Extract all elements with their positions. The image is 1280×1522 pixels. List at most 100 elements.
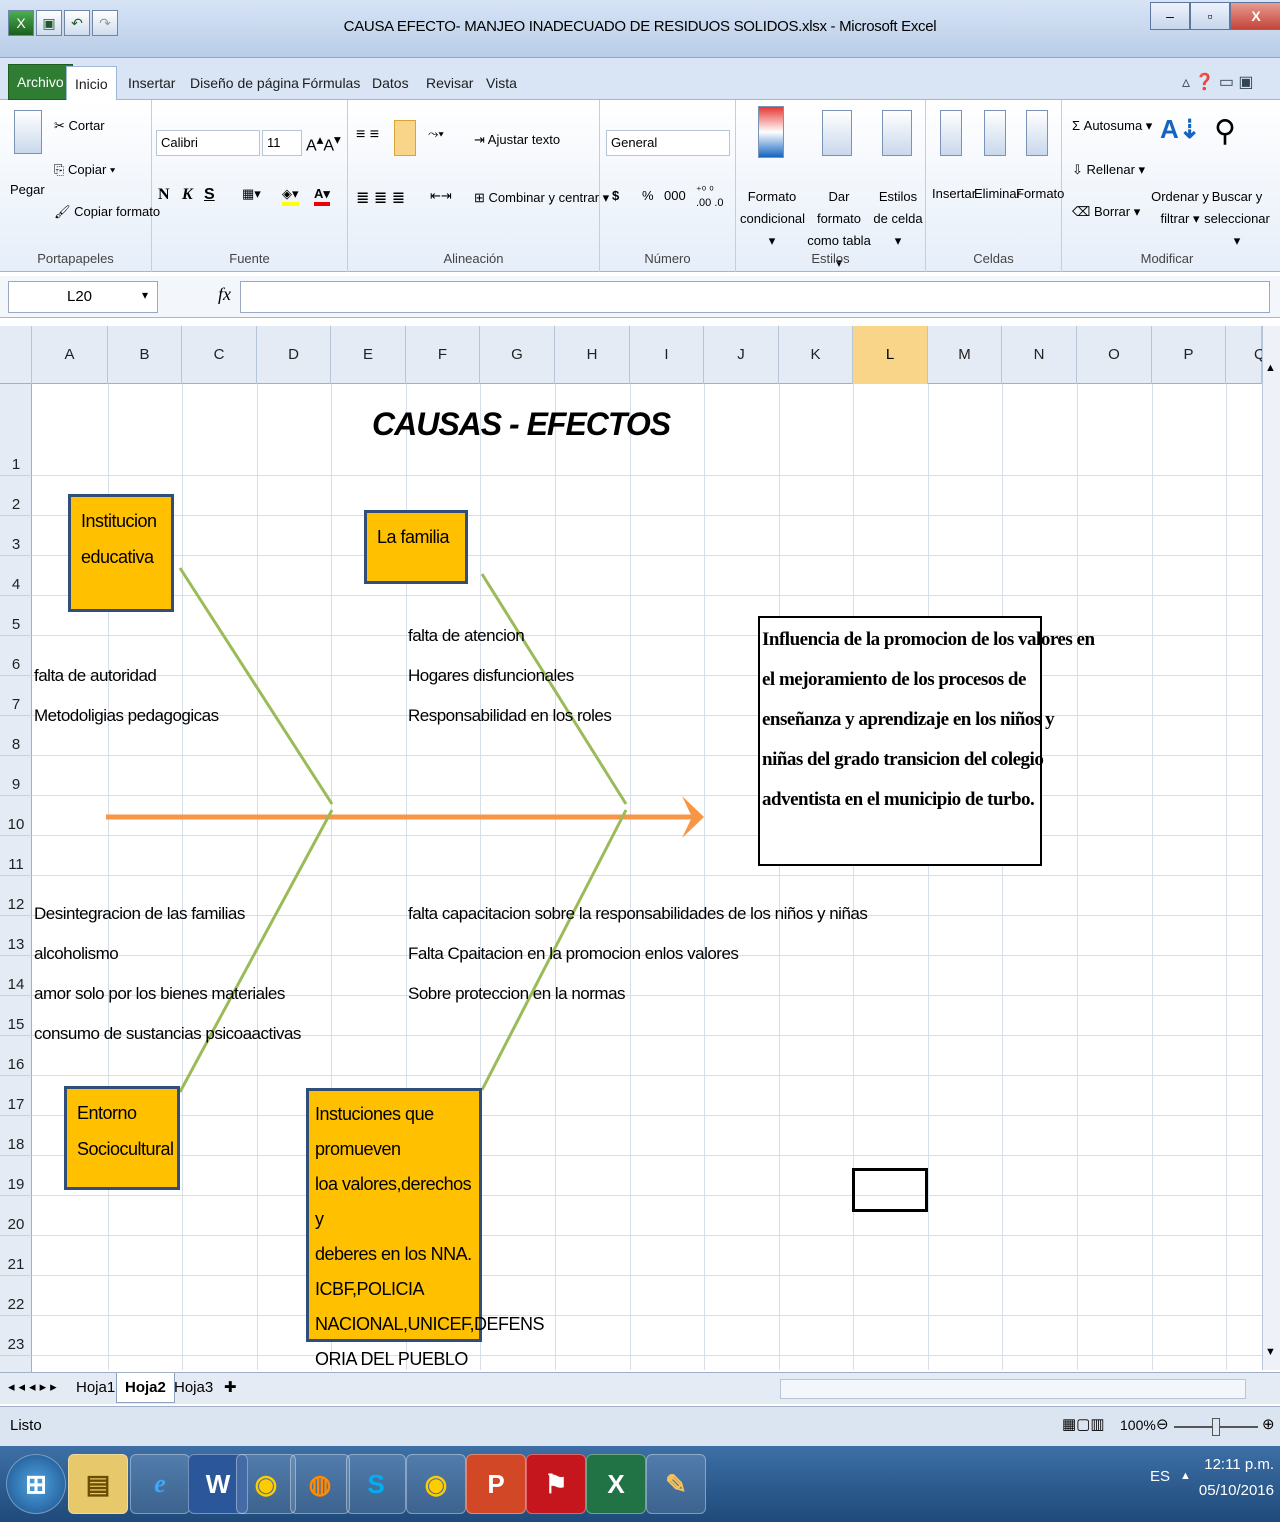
italic-button[interactable]: K [182, 186, 193, 204]
clear-button[interactable]: ⌫ Borrar ▾ [1072, 204, 1140, 220]
view-buttons-icon[interactable]: ▦▢▥ [1062, 1415, 1105, 1433]
format-table-icon[interactable] [822, 110, 852, 156]
column-header-h[interactable]: H [555, 326, 630, 384]
column-header-e[interactable]: E [331, 326, 406, 384]
zoom-level[interactable]: 100% [1120, 1417, 1156, 1433]
underline-button[interactable]: S [204, 186, 215, 204]
format-cells-icon[interactable] [1026, 110, 1048, 156]
format-button[interactable]: Formato [1016, 186, 1064, 201]
row-header-8[interactable]: 8 [0, 716, 32, 756]
column-header-p[interactable]: P [1152, 326, 1226, 384]
thousands-button[interactable]: 000 [664, 188, 686, 203]
paste-icon[interactable] [14, 110, 42, 154]
paste-button[interactable]: Pegar [10, 182, 45, 197]
insert-cells-icon[interactable] [940, 110, 962, 156]
firefox-icon[interactable]: ◍ [290, 1454, 350, 1514]
row-header-11[interactable]: 11 [0, 836, 32, 876]
acrobat-icon[interactable]: ⚑ [526, 1454, 586, 1514]
horizontal-scrollbar[interactable] [780, 1379, 1246, 1399]
close-button[interactable]: X [1230, 2, 1280, 30]
row-header-22[interactable]: 22 [0, 1276, 32, 1316]
row-header-1[interactable]: 1 [0, 384, 32, 476]
column-header-j[interactable]: J [704, 326, 779, 384]
minimize-button[interactable]: – [1150, 2, 1190, 30]
zoom-slider-thumb[interactable] [1212, 1418, 1220, 1436]
name-box-dropdown-icon[interactable]: ▾ [142, 288, 148, 302]
skype-icon[interactable]: S [346, 1454, 406, 1514]
restore-button[interactable]: ▫ [1190, 2, 1230, 30]
cell-styles-button[interactable]: Estilos de celda ▾ [872, 186, 924, 252]
box-institucion-educativa[interactable]: Institucion educativa [68, 494, 174, 612]
row-header-5[interactable]: 5 [0, 596, 32, 636]
zoom-in-icon[interactable]: ⊕ [1262, 1415, 1275, 1433]
orientation-icon[interactable]: ⤳▾ [428, 126, 444, 142]
align-top-icon[interactable]: ≡ ≡ [356, 126, 379, 144]
box-la-familia[interactable]: La familia [364, 510, 468, 584]
insert-button[interactable]: Insertar [932, 186, 976, 201]
select-all-corner[interactable] [0, 326, 32, 384]
sheet-nav-arrows-icon[interactable]: ◂◂◂▸▸ [8, 1379, 61, 1395]
font-size-select[interactable]: 11 [262, 130, 302, 156]
column-header-a[interactable]: A [32, 326, 108, 384]
column-header-l[interactable]: L [853, 326, 928, 384]
fill-button[interactable]: ⇩ Rellenar ▾ [1072, 162, 1145, 178]
scroll-up-icon[interactable]: ▲ [1265, 362, 1276, 374]
align-middle-icon[interactable] [394, 120, 416, 156]
tab-datos[interactable]: Datos [364, 66, 417, 100]
cut-button[interactable]: ✂ Cortar [54, 118, 105, 134]
row-header-13[interactable]: 13 [0, 916, 32, 956]
row-header-9[interactable]: 9 [0, 756, 32, 796]
insert-sheet-icon[interactable]: ✚ [216, 1373, 245, 1403]
fx-icon[interactable]: fx [218, 284, 231, 305]
column-header-g[interactable]: G [480, 326, 555, 384]
worksheet-grid[interactable]: CAUSAS - EFECTOS falta de autoridad Meto… [32, 384, 1262, 1370]
copy-button[interactable]: ⎘ Copiar ▾ [54, 162, 115, 178]
powerpoint-icon[interactable]: P [466, 1454, 526, 1514]
find-select-icon[interactable]: ⚲ [1214, 114, 1236, 149]
percent-button[interactable]: % [642, 188, 654, 203]
column-header-f[interactable]: F [406, 326, 480, 384]
row-header-19[interactable]: 19 [0, 1156, 32, 1196]
active-cell-l20[interactable] [852, 1168, 928, 1212]
conditional-format-icon[interactable] [758, 106, 784, 158]
conditional-format-button[interactable]: Formato condicional ▾ [740, 186, 805, 252]
file-explorer-icon[interactable]: ▤ [68, 1454, 128, 1514]
indent-icon[interactable]: ⇤⇥ [430, 188, 452, 204]
name-box[interactable]: L20 [8, 281, 158, 313]
cell-styles-icon[interactable] [882, 110, 912, 156]
row-header-15[interactable]: 15 [0, 996, 32, 1036]
delete-cells-icon[interactable] [984, 110, 1006, 156]
row-header-7[interactable]: 7 [0, 676, 32, 716]
column-header-d[interactable]: D [257, 326, 331, 384]
align-left-icon[interactable]: ≣ ≣ ≣ [356, 188, 405, 208]
column-header-i[interactable]: I [630, 326, 704, 384]
find-select-button[interactable]: Buscar y seleccionar ▾ [1202, 186, 1272, 252]
bold-button[interactable]: N [158, 186, 170, 204]
help-icon[interactable]: ▵ ❓ ▭ ▣ [1182, 72, 1254, 92]
row-header-3[interactable]: 3 [0, 516, 32, 556]
column-header-n[interactable]: N [1002, 326, 1077, 384]
row-header-21[interactable]: 21 [0, 1236, 32, 1276]
row-header-6[interactable]: 6 [0, 636, 32, 676]
number-format-select[interactable]: General [606, 130, 730, 156]
borders-icon[interactable]: ▦▾ [242, 186, 261, 202]
column-header-q[interactable]: Q [1226, 326, 1266, 384]
tab-archivo[interactable]: Archivo [8, 64, 73, 100]
column-header-k[interactable]: K [779, 326, 853, 384]
excel-icon[interactable]: X [586, 1454, 646, 1514]
clock-date[interactable]: 05/10/2016 [1196, 1482, 1274, 1499]
decimals-icon[interactable]: ⁺⁰ ⁰ .00 .0 [696, 184, 724, 209]
windows-start-icon[interactable]: ⊞ [6, 1454, 66, 1514]
internet-explorer-icon[interactable]: e [130, 1454, 190, 1514]
format-painter-button[interactable]: 🖌 Copiar formato [54, 204, 160, 220]
sheet-tab-hoja1[interactable]: Hoja1 [68, 1373, 123, 1403]
effect-box[interactable]: Influencia de la promocion de los valore… [758, 616, 1095, 866]
tab-vista[interactable]: Vista [478, 66, 525, 100]
column-header-m[interactable]: M [928, 326, 1002, 384]
sheet-tab-hoja3[interactable]: Hoja3 [166, 1373, 221, 1403]
paint-icon[interactable]: ✎ [646, 1454, 706, 1514]
chrome-icon[interactable]: ◉ [236, 1454, 296, 1514]
autosum-button[interactable]: Σ Autosuma ▾ [1072, 118, 1152, 134]
column-header-o[interactable]: O [1077, 326, 1152, 384]
merge-center-button[interactable]: ⊞ Combinar y centrar ▾ [474, 190, 609, 206]
